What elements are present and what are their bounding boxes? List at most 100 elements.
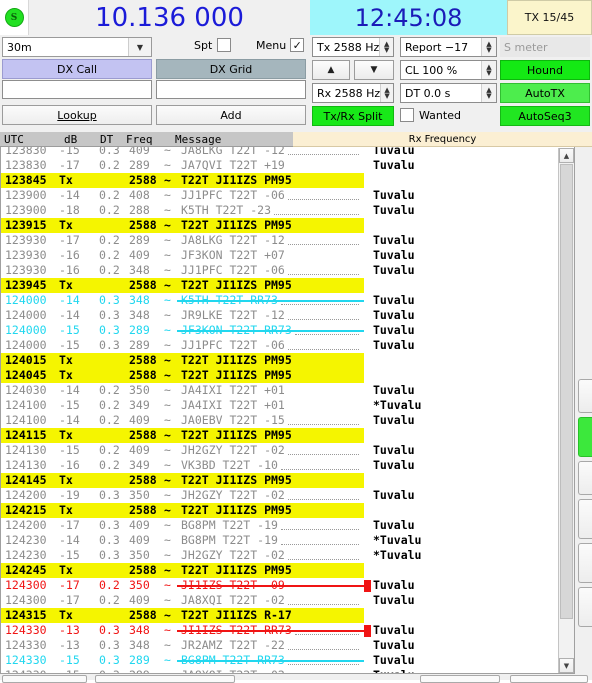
wanted-checkbox[interactable]	[400, 108, 414, 122]
edge-button-4[interactable]	[578, 499, 592, 539]
table-row[interactable]: 124230 -14 0.3 409 ~ BG8PM T22T -19 *Tuvalu	[1, 533, 574, 548]
table-row[interactable]: 123930 -16 0.2 348 ~ JJ1PFC T22T -06 Tuvalu	[1, 263, 574, 278]
table-row[interactable]: 124015 Tx 2588 ~ T22T JI1IZS PM95	[1, 353, 364, 368]
cl-percent-stepper-icon[interactable]: ▲ ▼	[481, 61, 496, 79]
row-db: -13	[59, 638, 80, 652]
row-db: Tx	[59, 473, 73, 487]
table-row[interactable]: 123945 Tx 2588 ~ T22T JI1IZS PM95	[1, 278, 364, 293]
bottom-widget-2[interactable]	[95, 675, 235, 683]
table-row[interactable]: 124030 -14 0.2 350 ~ JA4IXI T22T +01 Tuvalu	[1, 383, 574, 398]
table-row[interactable]: 124300 -17 0.2 350 ~ JI1IZS T22T 09 Tuvalu	[1, 578, 574, 593]
row-country: Tuvalu	[373, 488, 415, 502]
table-row[interactable]: 124315 Tx 2588 ~ T22T JI1IZS R-17	[1, 608, 364, 623]
dx-call-input[interactable]	[2, 80, 152, 99]
table-row[interactable]: 124115 Tx 2588 ~ T22T JI1IZS PM95	[1, 428, 364, 443]
lookup-button[interactable]: Lookup	[2, 105, 152, 125]
row-db: -14	[59, 293, 80, 307]
table-row[interactable]: 123930 -17 0.2 289 ~ JA8LKG T22T -12 Tuvalu	[1, 233, 574, 248]
tx-frequency-stepper-icon[interactable]: ▲ ▼	[379, 38, 393, 56]
table-row[interactable]: 124200 -19 0.3 350 ~ JH2GZY T22T -02 Tuvalu	[1, 488, 574, 503]
dx-call-label[interactable]: DX Call	[2, 59, 152, 79]
column-header-db[interactable]: dB	[64, 133, 77, 146]
spot-checkbox[interactable]	[217, 38, 232, 52]
scroll-up-icon[interactable]: ▲	[559, 148, 574, 163]
edge-button-active[interactable]	[578, 417, 592, 457]
column-header-message[interactable]: Message	[175, 133, 221, 146]
table-row[interactable]: 123845 Tx 2588 ~ T22T JI1IZS PM95	[1, 173, 364, 188]
scrollbar-thumb[interactable]	[560, 164, 573, 619]
row-country: *Tuvalu	[373, 533, 422, 547]
edge-button-5[interactable]	[578, 543, 592, 583]
table-row[interactable]: 124100 -15 0.2 349 ~ JA4IXI T22T +01 *Tuvalu	[1, 398, 574, 413]
dt-seconds-spinner[interactable]: DT 0.0 s ▲ ▼	[400, 83, 497, 103]
table-row[interactable]: 124000 -14 0.3 348 ~ JR9LKE T22T -12 Tuvalu	[1, 308, 574, 323]
autotx-button[interactable]: AutoTX	[500, 83, 590, 103]
s-signal-icon[interactable]: S	[4, 8, 24, 27]
menu-toggle-group[interactable]: Menu ✓	[256, 38, 305, 52]
row-dt: 0.3	[99, 518, 120, 532]
edge-button-3[interactable]	[578, 461, 592, 495]
column-header-utc[interactable]: UTC	[4, 133, 24, 146]
row-message: BG8PM T22T -19	[181, 518, 278, 532]
frequency-up-button[interactable]: ▲	[312, 60, 350, 80]
scroll-down-icon[interactable]: ▼	[559, 658, 574, 673]
table-row[interactable]: 124330 -13 0.3 348 ~ JI1IZS T22T RR73 Tuvalu	[1, 623, 574, 638]
table-row[interactable]: 124130 -15 0.2 409 ~ JH2GZY T22T -02 Tuvalu	[1, 443, 574, 458]
bottom-widget-1[interactable]	[2, 675, 87, 683]
bottom-widget-3[interactable]	[420, 675, 500, 683]
column-header-dt[interactable]: DT	[100, 133, 113, 146]
table-row[interactable]: 124330 -15 0.3 289 ~ BG8PM T22T RR73 Tuvalu	[1, 653, 574, 668]
table-row[interactable]: 124300 -17 0.2 409 ~ JA8XQI T22T -02 Tuvalu	[1, 593, 574, 608]
dx-grid-label[interactable]: DX Grid	[156, 59, 306, 79]
table-row[interactable]: 124100 -14 0.2 409 ~ JA0EBV T22T -15 Tuvalu	[1, 413, 574, 428]
row-freq: 2588	[129, 173, 157, 187]
table-row[interactable]: 124330 -13 0.3 348 ~ JR2AMZ T22T -22 Tuvalu	[1, 638, 574, 653]
row-dt: 0.3	[99, 147, 120, 157]
menu-checkbox[interactable]: ✓	[290, 38, 305, 52]
table-row[interactable]: 124200 -17 0.3 409 ~ BG8PM T22T -19 Tuvalu	[1, 518, 574, 533]
table-row[interactable]: 124000 -15 0.3 289 ~ JJ1PFC T22T -06 Tuvalu	[1, 338, 574, 353]
table-row[interactable]: 123830 -17 0.2 289 ~ JA7QVI T22T +19 Tuvalu	[1, 158, 574, 173]
cl-percent-spinner[interactable]: CL 100 % ▲ ▼	[400, 60, 497, 80]
table-row[interactable]: 123830 -15 0.3 409 ~ JA8LKG T22T -12 Tuvalu	[1, 147, 574, 158]
table-row[interactable]: 124145 Tx 2588 ~ T22T JI1IZS PM95	[1, 473, 364, 488]
txrx-split-button[interactable]: Tx/Rx Split	[312, 106, 394, 126]
row-db: Tx	[59, 368, 73, 382]
chevron-down-icon[interactable]: ▼	[128, 38, 151, 56]
table-row[interactable]: 124000 -15 0.3 289 ~ JF3KON T22T RR73 Tuvalu	[1, 323, 574, 338]
dx-grid-input[interactable]	[156, 80, 306, 99]
table-row[interactable]: 123915 Tx 2588 ~ T22T JI1IZS PM95	[1, 218, 364, 233]
edge-button-1[interactable]	[578, 379, 592, 413]
column-header-freq[interactable]: Freq	[126, 133, 153, 146]
edge-button-6[interactable]	[578, 587, 592, 627]
hound-button[interactable]: Hound	[500, 60, 590, 80]
table-row[interactable]: 123930 -16 0.2 409 ~ JF3KON T22T +07 Tuvalu	[1, 248, 574, 263]
table-row[interactable]: 124130 -16 0.2 349 ~ VK3BD T22T -10 Tuvalu	[1, 458, 574, 473]
dial-frequency-display[interactable]: 10.136 000	[29, 0, 310, 35]
spot-toggle-group[interactable]: Spt	[194, 38, 232, 52]
table-row[interactable]: 124230 -15 0.3 350 ~ JH2GZY T22T -02 *Tuvalu	[1, 548, 574, 563]
autoseq-button[interactable]: AutoSeq3	[500, 106, 590, 126]
table-row[interactable]: 123900 -14 0.2 408 ~ JJ1PFC T22T -06 Tuvalu	[1, 188, 574, 203]
frequency-down-button[interactable]: ▼	[354, 60, 394, 80]
rx-frequency-spinner[interactable]: Rx 2588 Hz ▲ ▼	[312, 83, 394, 103]
row-db: -15	[59, 548, 80, 562]
decodes-table[interactable]: 123830 -15 0.3 409 ~ JA8LKG T22T -12 Tuvalu 123…	[0, 147, 575, 674]
table-row[interactable]: 124045 Tx 2588 ~ T22T JI1IZS PM95	[1, 368, 364, 383]
table-row[interactable]: 124000 -14 0.3 348 ~ K5TH T22T RR73 Tuvalu	[1, 293, 574, 308]
decodes-scrollbar[interactable]: ▲ ▼	[558, 148, 574, 673]
tx-frequency-spinner[interactable]: Tx 2588 Hz ▲ ▼	[312, 37, 394, 57]
rx-frequency-stepper-icon[interactable]: ▲ ▼	[380, 84, 393, 102]
table-row[interactable]: 124215 Tx 2588 ~ T22T JI1IZS PM95	[1, 503, 364, 518]
dt-seconds-stepper-icon[interactable]: ▲ ▼	[481, 84, 496, 102]
bottom-widget-4[interactable]	[510, 675, 588, 683]
report-spinner[interactable]: Report −17 ▲ ▼	[400, 37, 497, 57]
wanted-toggle-group[interactable]: Wanted	[400, 108, 461, 122]
table-row[interactable]: 123900 -18 0.2 288 ~ K5TH T22T -23 Tuvalu	[1, 203, 574, 218]
add-button[interactable]: Add	[156, 105, 306, 125]
row-freq: 289	[129, 158, 150, 172]
report-stepper-icon[interactable]: ▲ ▼	[481, 38, 496, 56]
tx-period-badge[interactable]: TX 15/45	[507, 0, 592, 35]
table-row[interactable]: 124245 Tx 2588 ~ T22T JI1IZS PM95	[1, 563, 364, 578]
band-selector[interactable]: 30m ▼	[2, 37, 152, 57]
